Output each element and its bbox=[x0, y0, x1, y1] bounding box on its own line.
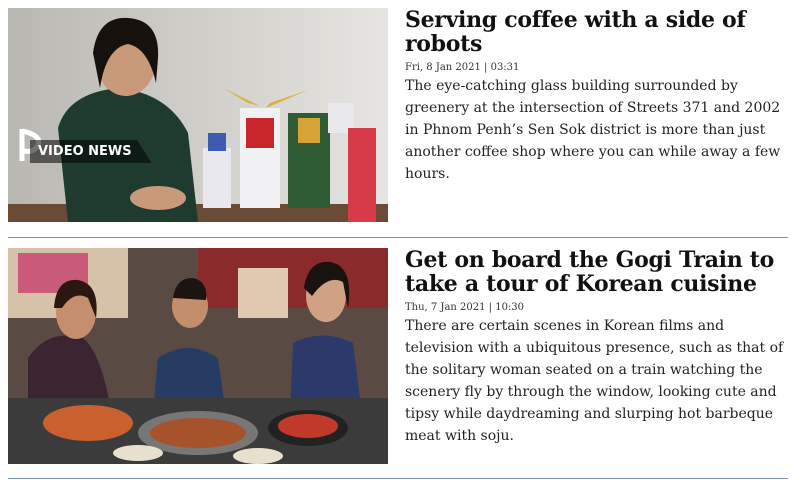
article-summary: There are certain scenes in Korean films… bbox=[405, 318, 784, 444]
article-card: Get on board the Gogi Train to take a to… bbox=[8, 248, 788, 464]
video-news-badge: VIDEO NEWS bbox=[16, 126, 152, 163]
article-text: Serving coffee with a side of robots Fri… bbox=[405, 8, 795, 185]
article-date: Fri, 8 Jan 2021 | 03:31 bbox=[405, 62, 520, 73]
article-date: Thu, 7 Jan 2021 | 10:30 bbox=[405, 302, 525, 313]
photo-woman-with-robots bbox=[8, 8, 388, 222]
article-text: Get on board the Gogi Train to take a to… bbox=[405, 248, 795, 447]
article-thumbnail[interactable] bbox=[8, 248, 388, 464]
article-thumbnail[interactable]: VIDEO NEWS bbox=[8, 8, 388, 222]
divider bbox=[8, 478, 788, 479]
divider bbox=[8, 237, 788, 238]
photo-korean-bbq bbox=[8, 248, 388, 464]
article-headline[interactable]: Get on board the Gogi Train to take a to… bbox=[405, 248, 795, 296]
video-news-label: VIDEO NEWS bbox=[30, 140, 152, 163]
article-card: VIDEO NEWS Serving coffee with a side of… bbox=[8, 8, 788, 222]
article-headline[interactable]: Serving coffee with a side of robots bbox=[405, 8, 795, 56]
article-summary: The eye-catching glass building surround… bbox=[405, 78, 781, 182]
